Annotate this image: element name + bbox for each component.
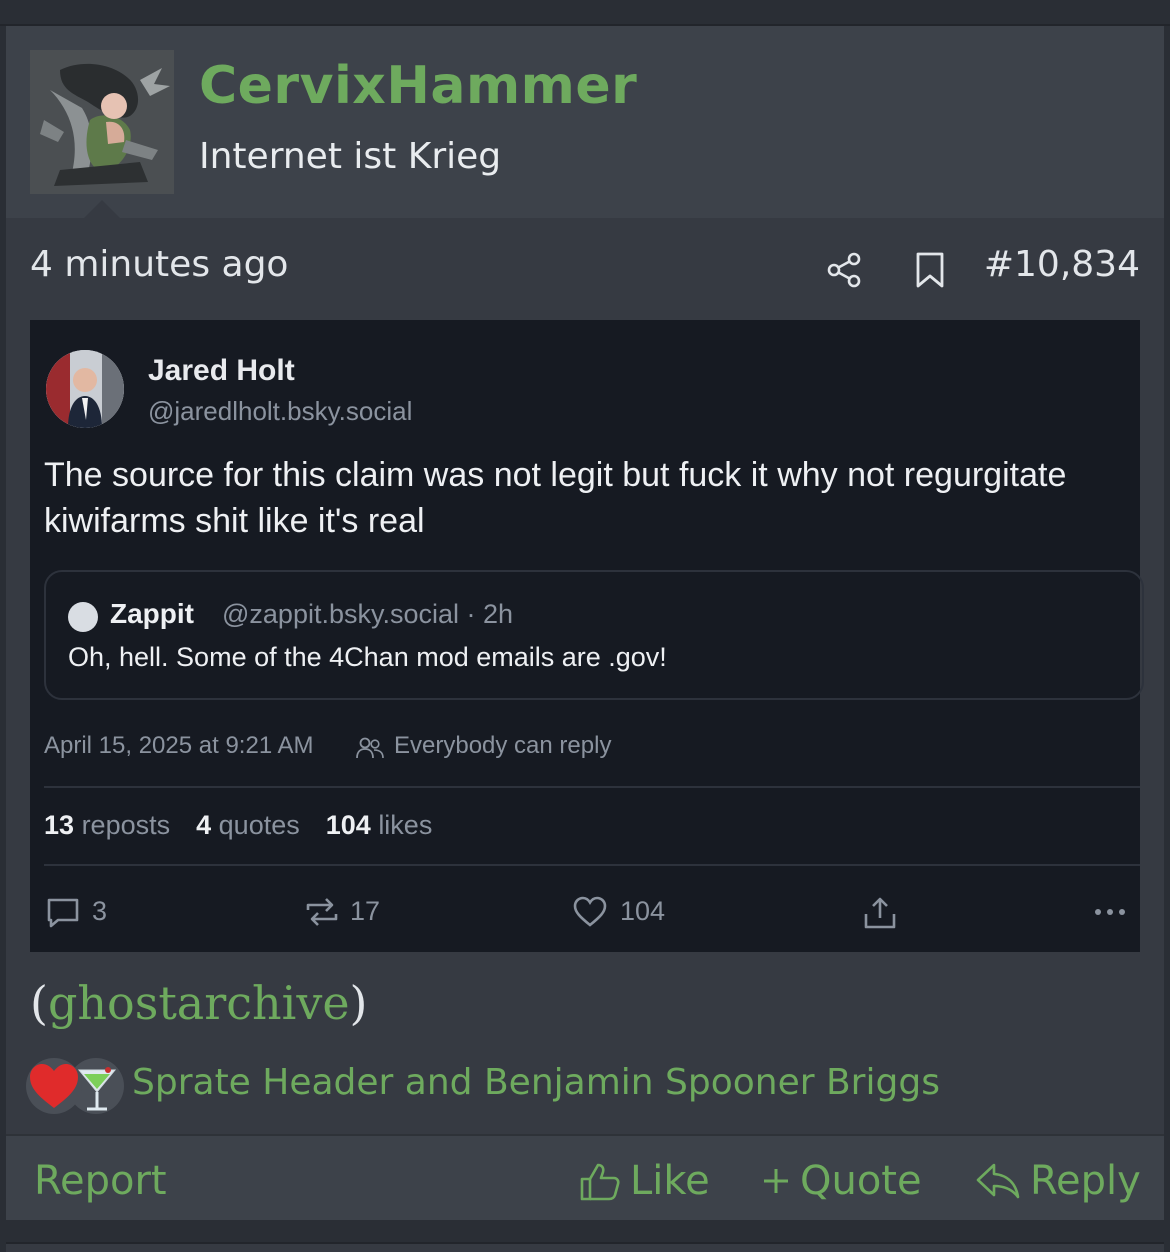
embed-author-avatar: [46, 350, 124, 428]
user-avatar[interactable]: [30, 50, 174, 194]
embed-author-handle: @jaredlholt.bsky.social: [148, 396, 413, 426]
next-post-edge: [6, 1242, 1164, 1252]
reply-label: Reply: [1030, 1158, 1141, 1204]
embed-post-date: April 15, 2025 at 9:21 AM: [44, 732, 314, 759]
reposts-label: reposts: [81, 810, 171, 840]
embed-stats: 13 reposts 4 quotes 104 likes: [44, 810, 432, 841]
reply-button[interactable]: Reply: [974, 1158, 1141, 1204]
post-timestamp[interactable]: 4 minutes ago: [30, 244, 288, 285]
embed-post-text: The source for this claim was not legit …: [44, 456, 1067, 540]
embed-divider: [44, 786, 1140, 788]
likes-count: 104: [325, 810, 371, 840]
quoted-author-avatar: [68, 602, 98, 632]
quoted-author-name: Zappit: [110, 598, 194, 629]
reposts-count: 13: [44, 810, 75, 840]
reply-arrow-icon: [976, 1163, 1020, 1199]
embed-author-name: Jared Holt: [148, 354, 295, 387]
repost-icon: [306, 898, 338, 926]
post-footer: Report Like Quote Reply: [6, 1136, 1164, 1220]
embed-repost-action: 17: [304, 894, 394, 930]
quotes-count: 4: [196, 810, 212, 840]
ellipsis-icon: [1095, 909, 1125, 915]
embedded-bluesky-screenshot[interactable]: Jared Holt @jaredlholt.bsky.social The s…: [30, 320, 1144, 952]
quote-label: Quote: [800, 1158, 922, 1204]
embed-reply-action: 3: [46, 894, 126, 930]
user-block-arrow: [84, 200, 120, 218]
bookmark-icon[interactable]: [912, 250, 948, 290]
reaction-users[interactable]: Sprate Header and Benjamin Spooner Brigg…: [132, 1062, 940, 1103]
ghostarchive-link[interactable]: ghostarchive: [48, 976, 350, 1030]
reply-count: 3: [92, 896, 108, 926]
user-block: CervixHammer Internet ist Krieg: [6, 26, 1164, 218]
open-paren: (: [30, 976, 48, 1030]
embed-like-action: 104: [572, 894, 682, 930]
top-page-strip: [0, 0, 1170, 26]
quoted-author-handle: @zappit.bsky.social · 2h: [222, 599, 514, 629]
quote-button[interactable]: Quote: [760, 1158, 922, 1204]
like-label: Like: [630, 1158, 710, 1204]
username[interactable]: CervixHammer: [199, 56, 637, 116]
upload-icon: [864, 897, 896, 929]
bottom-page-strip: [0, 1222, 1170, 1252]
report-button[interactable]: Report: [34, 1158, 167, 1204]
reaction-icons[interactable]: [24, 1056, 136, 1116]
quoted-post-text: Oh, hell. Some of the 4Chan mod emails a…: [68, 642, 667, 672]
like-count: 104: [620, 896, 666, 926]
repost-count: 17: [350, 896, 381, 926]
embed-reply-setting: Everybody can reply: [394, 732, 612, 759]
like-button[interactable]: Like: [578, 1158, 710, 1204]
user-title: Internet ist Krieg: [199, 136, 502, 177]
likes-label: likes: [378, 810, 433, 840]
embed-share-action: [862, 894, 902, 930]
embed-quoted-post: Zappit @zappit.bsky.social · 2h Oh, hell…: [44, 570, 1144, 700]
heart-icon: [573, 896, 607, 927]
share-icon[interactable]: [824, 250, 864, 290]
comment-icon: [47, 898, 79, 928]
close-paren: ): [349, 976, 368, 1030]
forum-post: CervixHammer Internet ist Krieg 4 minute…: [6, 26, 1164, 1220]
embed-more-action: [1092, 894, 1132, 930]
post-body-text: (ghostarchive): [30, 976, 368, 1030]
plus-icon: [764, 1169, 788, 1193]
embed-divider: [44, 864, 1140, 866]
quotes-label: quotes: [218, 810, 300, 840]
people-icon: [356, 737, 384, 759]
thumbs-up-icon: [580, 1163, 620, 1201]
post-number-link[interactable]: #10,834: [984, 244, 1140, 285]
